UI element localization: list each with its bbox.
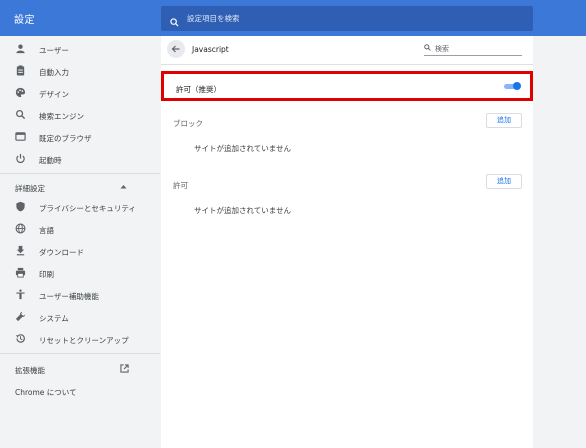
sidebar-item-label: 起動時: [39, 156, 62, 165]
sidebar-item-accessibility[interactable]: ユーザー補助機能: [0, 285, 160, 305]
page-title: Javascript: [192, 45, 229, 54]
sidebar-item-print[interactable]: 印刷: [0, 263, 160, 283]
search-icon: [16, 110, 26, 120]
search-icon: [170, 12, 179, 31]
sidebar-item-label: 検索エンジン: [39, 112, 84, 121]
sidebar-item-label: リセットとクリーンアップ: [39, 336, 129, 345]
block-add-button[interactable]: 追加: [486, 113, 522, 128]
sidebar-item-label: デザイン: [39, 90, 69, 99]
search-icon: [424, 44, 431, 51]
sidebar-item-extensions[interactable]: 拡張機能: [0, 359, 160, 379]
allow-recommended-row: 許可（推奨）: [161, 71, 533, 101]
globe-icon: [15, 223, 26, 234]
chevron-up-icon: [120, 185, 127, 189]
sidebar-item-label: ダウンロード: [39, 248, 84, 257]
power-icon: [16, 153, 25, 164]
browser-icon: [15, 132, 26, 141]
sidebar-item-label: 自動入力: [39, 68, 69, 77]
palette-icon: [15, 87, 26, 98]
sidebar-item-label: プライバシーとセキュリティ: [39, 204, 136, 213]
about-chrome-label: Chrome について: [15, 388, 77, 397]
sidebar-item-label: 言語: [39, 226, 54, 235]
shield-icon: [16, 201, 25, 212]
sidebar-item-system[interactable]: システム: [0, 307, 160, 327]
wrench-icon: [15, 311, 26, 322]
header-divider: [161, 64, 533, 65]
sidebar-item-privacy[interactable]: プライバシーとセキュリティ: [0, 197, 160, 217]
advanced-toggle[interactable]: 詳細設定: [0, 177, 160, 197]
sidebar-item-search-engine[interactable]: 検索エンジン: [0, 105, 160, 125]
sidebar-item-user[interactable]: ユーザー: [0, 39, 160, 59]
sidebar: ユーザー 自動入力 デザイン 検索エンジン 既定のブラウザ 起動時 詳細設定 プ…: [0, 36, 160, 448]
clipboard-icon: [16, 65, 25, 76]
sidebar-item-default-browser[interactable]: 既定のブラウザ: [0, 127, 160, 147]
sidebar-item-label: ユーザー: [39, 46, 69, 55]
allow-javascript-toggle[interactable]: [504, 82, 521, 90]
sidebar-item-downloads[interactable]: ダウンロード: [0, 241, 160, 261]
sidebar-item-label: システム: [39, 314, 69, 323]
toggle-knob: [513, 82, 521, 90]
app-header: 設定 設定項目を検索: [0, 0, 586, 36]
sidebar-divider: [0, 173, 160, 174]
person-icon: [16, 44, 25, 54]
advanced-label: 詳細設定: [15, 184, 45, 193]
sidebar-item-on-startup[interactable]: 起動時: [0, 149, 160, 169]
settings-search-input[interactable]: 設定項目を検索: [161, 6, 533, 31]
restore-icon: [15, 334, 25, 343]
page-search-placeholder: 検索: [435, 45, 449, 53]
allow-add-button[interactable]: 追加: [486, 174, 522, 189]
page-search-input[interactable]: 検索: [424, 42, 522, 56]
allow-section-title: 許可: [173, 181, 188, 190]
sidebar-item-reset[interactable]: リセットとクリーンアップ: [0, 329, 160, 349]
back-button[interactable]: [167, 40, 185, 58]
sidebar-divider: [0, 353, 160, 354]
accessibility-icon: [16, 289, 25, 300]
app-title: 設定: [14, 15, 35, 26]
allow-empty-message: サイトが追加されていません: [194, 206, 292, 215]
block-empty-message: サイトが追加されていません: [194, 144, 292, 153]
sidebar-item-label: 印刷: [39, 270, 54, 279]
sidebar-item-autofill[interactable]: 自動入力: [0, 61, 160, 81]
block-section-title: ブロック: [173, 119, 203, 128]
arrow-left-icon: [171, 45, 180, 53]
download-icon: [16, 245, 25, 256]
sidebar-item-label: 既定のブラウザ: [39, 134, 92, 143]
javascript-settings-panel: Javascript 検索 許可（推奨） ブロック 追加 サイトが追加されていま…: [161, 36, 533, 448]
sidebar-item-language[interactable]: 言語: [0, 219, 160, 239]
sidebar-item-label: ユーザー補助機能: [39, 292, 99, 301]
settings-search-placeholder: 設定項目を検索: [187, 14, 240, 23]
allow-recommended-label: 許可（推奨）: [176, 85, 221, 94]
sidebar-item-about-chrome[interactable]: Chrome について: [0, 381, 160, 401]
extensions-label: 拡張機能: [15, 366, 45, 375]
external-link-icon: [120, 364, 129, 373]
sidebar-item-design[interactable]: デザイン: [0, 83, 160, 103]
printer-icon: [15, 267, 26, 278]
